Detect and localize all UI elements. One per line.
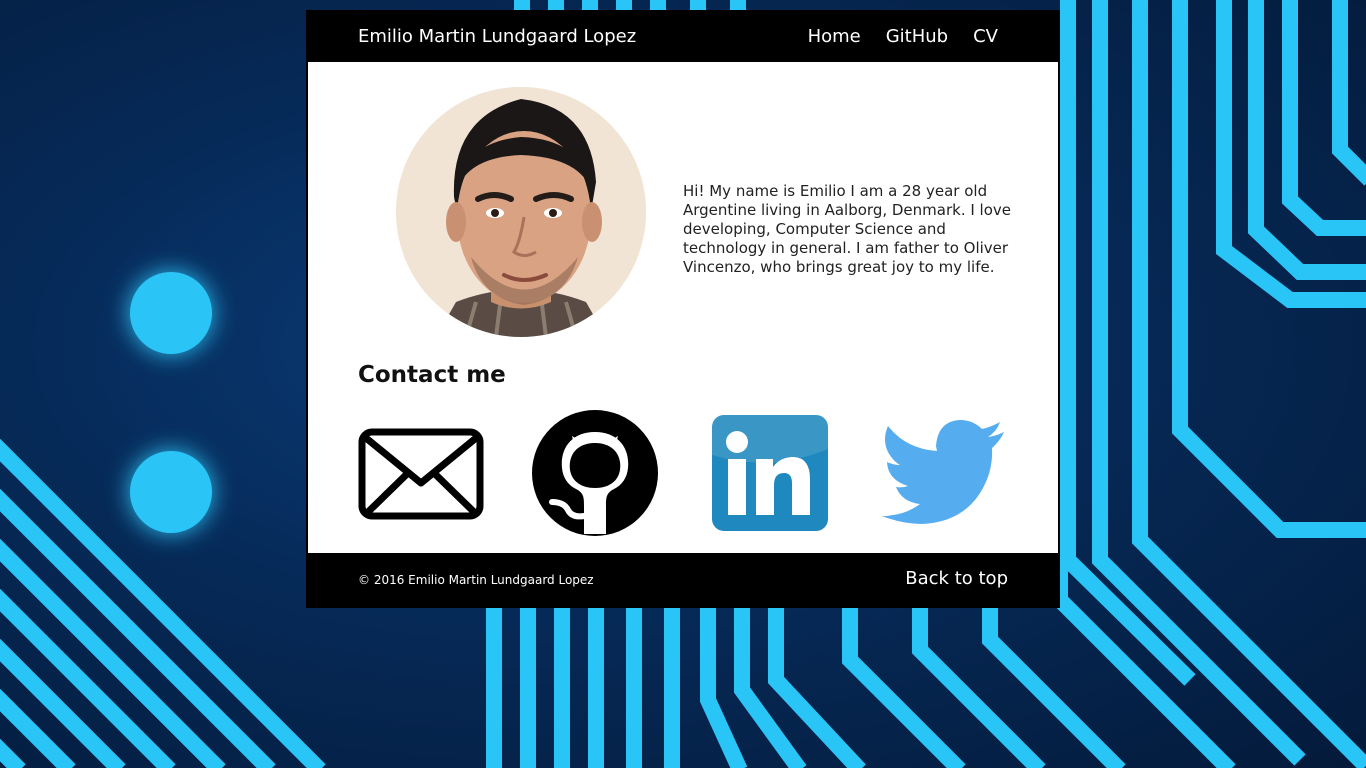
linkedin-icon[interactable] — [712, 415, 828, 531]
main-nav: Home GitHub CV — [808, 26, 998, 47]
nav-cv-link[interactable]: CV — [973, 26, 998, 47]
twitter-icon[interactable] — [882, 420, 1006, 524]
nav-github-link[interactable]: GitHub — [886, 26, 948, 47]
copyright-text: © 2016 Emilio Martin Lundgaard Lopez — [358, 573, 594, 587]
mail-icon[interactable] — [358, 428, 484, 520]
site-title[interactable]: Emilio Martin Lundgaard Lopez — [358, 26, 636, 47]
profile-avatar — [396, 87, 646, 337]
page-footer: © 2016 Emilio Martin Lundgaard Lopez Bac… — [306, 553, 1060, 608]
contact-heading: Contact me — [358, 362, 506, 388]
back-to-top-link[interactable]: Back to top — [905, 568, 1008, 589]
nav-home-link[interactable]: Home — [808, 26, 861, 47]
bio-text: Hi! My name is Emilio I am a 28 year old… — [683, 182, 1011, 276]
main-content: Hi! My name is Emilio I am a 28 year old… — [308, 62, 1058, 553]
avatar-illustration — [396, 87, 646, 337]
top-navbar: Emilio Martin Lundgaard Lopez Home GitHu… — [306, 10, 1060, 62]
page-card: Emilio Martin Lundgaard Lopez Home GitHu… — [306, 10, 1060, 608]
github-icon[interactable] — [532, 410, 658, 536]
